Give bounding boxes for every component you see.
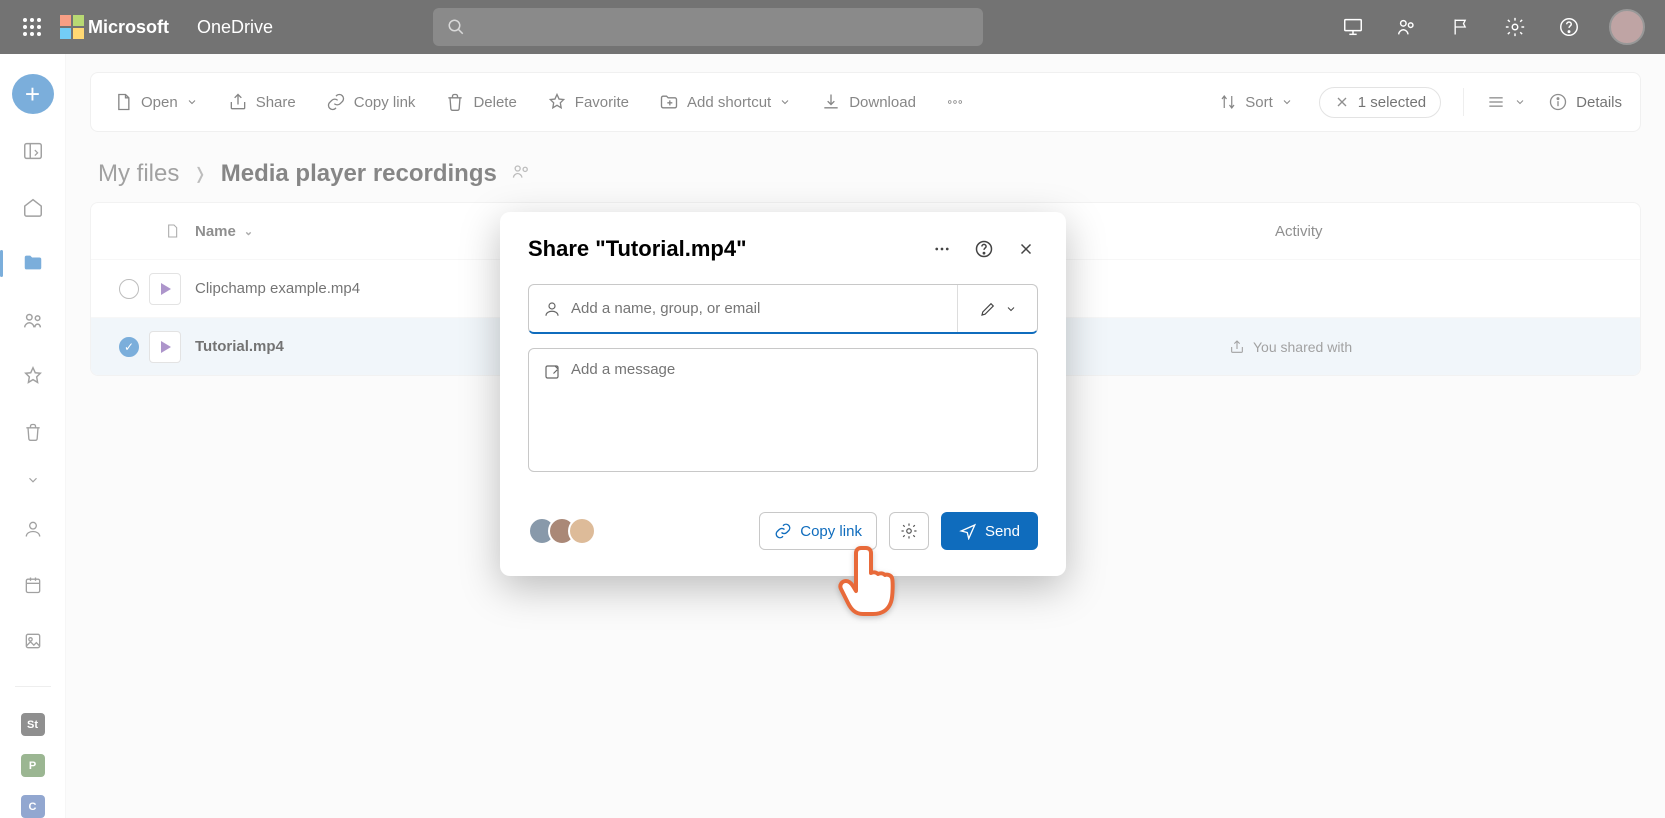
shared-with-avatars[interactable] [528, 517, 596, 545]
link-settings-button[interactable] [889, 512, 929, 550]
person-icon [543, 300, 561, 318]
send-icon [959, 522, 977, 540]
dialog-more-icon[interactable] [930, 237, 954, 261]
note-icon [543, 363, 561, 381]
send-label: Send [985, 523, 1020, 540]
recipient-input-container [528, 284, 1038, 334]
chevron-down-icon [1005, 303, 1017, 315]
dialog-copy-link-button[interactable]: Copy link [759, 512, 877, 550]
message-input-container [528, 348, 1038, 472]
gear-icon [900, 522, 918, 540]
avatar [568, 517, 596, 545]
share-dialog: Share "Tutorial.mp4" Copy link [500, 212, 1066, 576]
recipient-input[interactable] [571, 300, 943, 317]
copy-link-label: Copy link [800, 523, 862, 540]
pencil-icon [979, 300, 997, 318]
link-icon [774, 522, 792, 540]
permission-selector[interactable] [957, 285, 1037, 332]
send-button[interactable]: Send [941, 512, 1038, 550]
dialog-title: Share "Tutorial.mp4" [528, 236, 930, 262]
dialog-close-icon[interactable] [1014, 237, 1038, 261]
message-input[interactable] [571, 361, 1023, 459]
dialog-help-icon[interactable] [972, 237, 996, 261]
